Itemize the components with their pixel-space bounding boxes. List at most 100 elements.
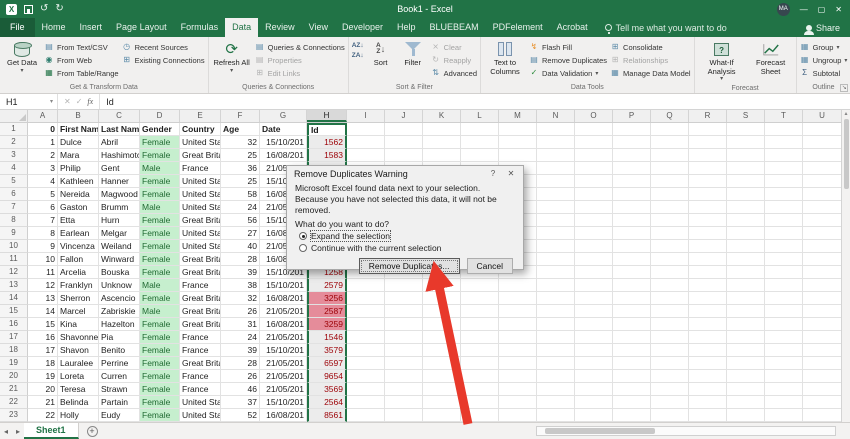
cell-T19[interactable] (765, 357, 803, 370)
cell-L18[interactable] (461, 344, 499, 357)
cell-F19[interactable]: 28 (221, 357, 260, 370)
cell-D17[interactable]: Female (140, 331, 180, 344)
cell-F16[interactable]: 31 (221, 318, 260, 331)
cell-C17[interactable]: Pia (99, 331, 140, 344)
column-header-C[interactable]: C (99, 110, 140, 122)
cell-B18[interactable]: Shavon (58, 344, 99, 357)
cell-Q5[interactable] (651, 175, 689, 188)
cell-D9[interactable]: Female (140, 227, 180, 240)
cell-I16[interactable] (347, 318, 385, 331)
cell-N15[interactable] (537, 305, 575, 318)
cell-O16[interactable] (575, 318, 613, 331)
cell-P7[interactable] (613, 201, 651, 214)
cell-B8[interactable]: Etta (58, 214, 99, 227)
cell-H1[interactable]: Id (307, 123, 347, 136)
column-header-I[interactable]: I (347, 110, 385, 122)
cell-K17[interactable] (423, 331, 461, 344)
cell-I14[interactable] (347, 292, 385, 305)
tell-me-search[interactable]: Tell me what you want to do (604, 18, 727, 37)
cell-N2[interactable] (537, 136, 575, 149)
cell-J19[interactable] (385, 357, 423, 370)
cell-R7[interactable] (689, 201, 727, 214)
dialog-launcher-icon[interactable]: ↘ (840, 84, 849, 92)
cell-S6[interactable] (727, 188, 765, 201)
cell-R10[interactable] (689, 240, 727, 253)
cell-M20[interactable] (499, 370, 537, 383)
cell-R13[interactable] (689, 279, 727, 292)
cell-A12[interactable]: 11 (28, 266, 58, 279)
cell-M15[interactable] (499, 305, 537, 318)
cell-U6[interactable] (803, 188, 841, 201)
cell-A16[interactable]: 15 (28, 318, 58, 331)
cell-N17[interactable] (537, 331, 575, 344)
cell-R3[interactable] (689, 149, 727, 162)
cell-F4[interactable]: 36 (221, 162, 260, 175)
cell-G18[interactable]: 15/10/201 (260, 344, 307, 357)
cell-S8[interactable] (727, 214, 765, 227)
cell-L19[interactable] (461, 357, 499, 370)
cell-T20[interactable] (765, 370, 803, 383)
cell-D11[interactable]: Female (140, 253, 180, 266)
column-header-J[interactable]: J (385, 110, 423, 122)
cell-M1[interactable] (499, 123, 537, 136)
cell-G20[interactable]: 21/05/201 (260, 370, 307, 383)
cell-L14[interactable] (461, 292, 499, 305)
cell-G21[interactable]: 21/05/201 (260, 383, 307, 396)
cell-D2[interactable]: Female (140, 136, 180, 149)
row-header-22[interactable]: 22 (0, 396, 28, 409)
cell-C10[interactable]: Weiland (99, 240, 140, 253)
cell-O5[interactable] (575, 175, 613, 188)
cell-Q7[interactable] (651, 201, 689, 214)
cell-A22[interactable]: 21 (28, 396, 58, 409)
tab-view[interactable]: View (302, 18, 335, 37)
cell-G15[interactable]: 21/05/201 (260, 305, 307, 318)
cell-U19[interactable] (803, 357, 841, 370)
cell-P12[interactable] (613, 266, 651, 279)
cell-E2[interactable]: United Sta (180, 136, 221, 149)
cell-S5[interactable] (727, 175, 765, 188)
cell-S16[interactable] (727, 318, 765, 331)
formula-enter-icon[interactable]: ✓ (76, 97, 83, 106)
cell-C13[interactable]: Unknow (99, 279, 140, 292)
cell-D3[interactable]: Female (140, 149, 180, 162)
cell-H13[interactable]: 2579 (307, 279, 347, 292)
cell-J23[interactable] (385, 409, 423, 422)
cell-H3[interactable]: 1583 (307, 149, 347, 162)
cell-F17[interactable]: 24 (221, 331, 260, 344)
cell-B19[interactable]: Lauralee (58, 357, 99, 370)
cell-R8[interactable] (689, 214, 727, 227)
cell-G2[interactable]: 15/10/201 (260, 136, 307, 149)
cell-B12[interactable]: Arcelia (58, 266, 99, 279)
cell-S4[interactable] (727, 162, 765, 175)
cell-K3[interactable] (423, 149, 461, 162)
row-header-11[interactable]: 11 (0, 253, 28, 266)
cell-Q16[interactable] (651, 318, 689, 331)
cell-M14[interactable] (499, 292, 537, 305)
cell-F23[interactable]: 52 (221, 409, 260, 422)
cell-L15[interactable] (461, 305, 499, 318)
cell-E18[interactable]: France (180, 344, 221, 357)
cell-N14[interactable] (537, 292, 575, 305)
cell-C15[interactable]: Zabriskie (99, 305, 140, 318)
cell-E15[interactable]: Great Brita (180, 305, 221, 318)
cell-G17[interactable]: 21/05/201 (260, 331, 307, 344)
add-sheet-button[interactable]: + (86, 425, 98, 437)
cell-R6[interactable] (689, 188, 727, 201)
cell-L16[interactable] (461, 318, 499, 331)
cell-P21[interactable] (613, 383, 651, 396)
column-header-H[interactable]: H (307, 110, 347, 122)
cell-O1[interactable] (575, 123, 613, 136)
cell-A17[interactable]: 16 (28, 331, 58, 344)
cell-R11[interactable] (689, 253, 727, 266)
cell-D12[interactable]: Female (140, 266, 180, 279)
column-header-N[interactable]: N (537, 110, 575, 122)
tab-formulas[interactable]: Formulas (174, 18, 226, 37)
cell-U11[interactable] (803, 253, 841, 266)
cell-G16[interactable]: 16/08/201 (260, 318, 307, 331)
cell-K19[interactable] (423, 357, 461, 370)
edit-links-button[interactable]: ⊞ Edit Links (255, 67, 345, 79)
column-header-R[interactable]: R (689, 110, 727, 122)
cell-C12[interactable]: Bouska (99, 266, 140, 279)
cell-S12[interactable] (727, 266, 765, 279)
cell-Q10[interactable] (651, 240, 689, 253)
